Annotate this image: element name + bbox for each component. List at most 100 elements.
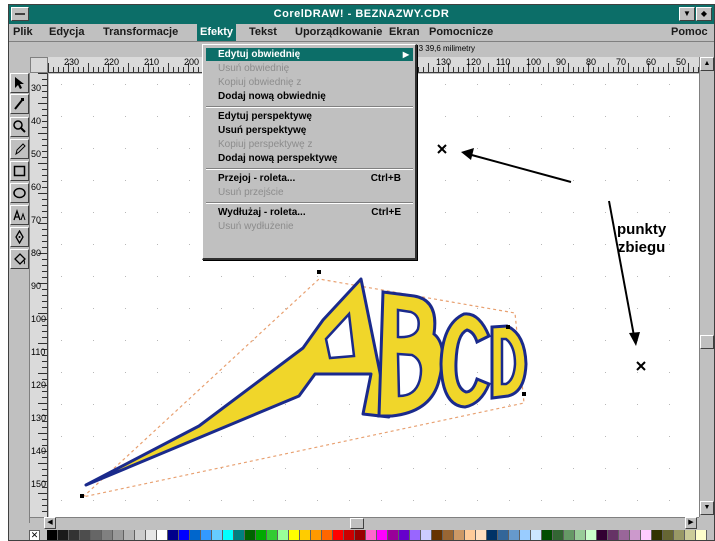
color-swatch[interactable] [454, 530, 465, 540]
color-swatch[interactable] [267, 530, 278, 540]
menu-plik[interactable]: Plik [13, 26, 33, 38]
vanishing-point-marker[interactable] [437, 144, 447, 154]
effects-menu-item[interactable]: Usuń przejście [206, 186, 413, 199]
effects-menu-item[interactable]: Kopiuj obwiednię z [206, 76, 413, 89]
outline-tool[interactable] [10, 227, 29, 247]
color-swatch[interactable] [498, 530, 509, 540]
color-swatch[interactable] [663, 530, 674, 540]
color-swatch[interactable] [465, 530, 476, 540]
color-swatch[interactable] [102, 530, 113, 540]
vanishing-point-marker[interactable] [636, 361, 646, 371]
color-swatch[interactable] [608, 530, 619, 540]
minimize-button[interactable]: ▼ [679, 7, 695, 21]
color-swatch[interactable] [234, 530, 245, 540]
color-swatch[interactable] [91, 530, 102, 540]
effects-menu-item[interactable]: Edytuj perspektywę [206, 110, 413, 123]
color-swatch[interactable] [399, 530, 410, 540]
color-swatch[interactable] [157, 530, 168, 540]
color-swatch[interactable] [168, 530, 179, 540]
vertical-ruler[interactable]: 30 40 50 60 70 80 90 100 110 120 130 140 150 [30, 73, 48, 517]
scroll-up-button[interactable]: ▲ [700, 57, 714, 71]
color-swatch[interactable] [476, 530, 487, 540]
abcd-artwork[interactable] [84, 277, 528, 487]
effects-menu-item[interactable]: Usuń wydłużenie [206, 220, 413, 233]
color-swatch[interactable] [520, 530, 531, 540]
no-fill-swatch[interactable]: ✕ [29, 530, 40, 540]
vertical-scrollbar[interactable]: ▲ ▼ [699, 57, 714, 517]
menu-uporzadkowanie[interactable]: Uporządkowanie [295, 26, 382, 38]
pick-tool[interactable] [10, 73, 29, 93]
menu-pomoc[interactable]: Pomoc [671, 26, 708, 38]
color-swatch[interactable] [300, 530, 311, 540]
color-swatch[interactable] [630, 530, 641, 540]
menu-ekran[interactable]: Ekran [389, 26, 420, 38]
menu-edycja[interactable]: Edycja [49, 26, 84, 38]
color-swatch[interactable] [344, 530, 355, 540]
color-swatch[interactable] [245, 530, 256, 540]
color-swatch[interactable] [432, 530, 443, 540]
effects-menu-item[interactable]: Przejoj - roleta... Ctrl+B [206, 172, 413, 185]
color-swatch[interactable] [113, 530, 124, 540]
color-swatch[interactable] [146, 530, 157, 540]
color-swatch[interactable] [80, 530, 91, 540]
color-swatch[interactable] [256, 530, 267, 540]
effects-menu-item[interactable]: Dodaj nową obwiednię [206, 90, 413, 103]
color-swatch[interactable] [509, 530, 520, 540]
horizontal-scrollbar[interactable]: ◀ ▶ [30, 517, 699, 529]
effects-menu-item[interactable]: Kopiuj perspektywę z [206, 138, 413, 151]
color-swatch[interactable] [58, 530, 69, 540]
perspective-node[interactable] [506, 325, 510, 329]
color-swatch[interactable] [333, 530, 344, 540]
color-swatch[interactable] [311, 530, 322, 540]
color-swatch[interactable] [410, 530, 421, 540]
color-swatch[interactable] [531, 530, 542, 540]
color-swatch[interactable] [443, 530, 454, 540]
color-swatch[interactable] [135, 530, 146, 540]
letter-a[interactable] [86, 279, 389, 485]
color-swatch[interactable] [355, 530, 366, 540]
effects-menu-item[interactable]: Usuń obwiednię [206, 62, 413, 75]
color-swatch[interactable] [597, 530, 608, 540]
color-swatch[interactable] [696, 530, 707, 540]
color-swatch[interactable] [322, 530, 333, 540]
color-swatch[interactable] [69, 530, 80, 540]
color-swatch[interactable] [619, 530, 630, 540]
color-swatch[interactable] [124, 530, 135, 540]
menu-efekty[interactable]: Efekty [197, 24, 237, 41]
color-swatch[interactable] [179, 530, 190, 540]
color-swatch[interactable] [190, 530, 201, 540]
color-swatch[interactable] [685, 530, 696, 540]
menu-transformacje[interactable]: Transformacje [103, 26, 178, 38]
color-swatch[interactable] [289, 530, 300, 540]
horizontal-scroll-thumb[interactable] [350, 518, 364, 529]
color-swatch[interactable] [421, 530, 432, 540]
color-swatch[interactable] [377, 530, 388, 540]
perspective-node[interactable] [522, 392, 526, 396]
scroll-left-button[interactable]: ◀ [44, 517, 56, 529]
effects-menu-item[interactable]: Wydłużaj - roleta... Ctrl+E [206, 206, 413, 219]
color-swatch[interactable] [586, 530, 597, 540]
perspective-node[interactable] [80, 494, 84, 498]
color-swatch[interactable] [542, 530, 553, 540]
scroll-right-button[interactable]: ▶ [685, 517, 697, 529]
color-swatch[interactable] [212, 530, 223, 540]
color-swatch[interactable] [388, 530, 399, 540]
ruler-corner[interactable] [30, 57, 48, 73]
color-swatch[interactable] [366, 530, 377, 540]
scroll-down-button[interactable]: ▼ [700, 501, 714, 515]
menu-pomocnicze[interactable]: Pomocnicze [429, 26, 493, 38]
perspective-node[interactable] [317, 270, 321, 274]
title-bar[interactable]: CorelDRAW! - BEZNAZWY.CDR ▼ ◆ [9, 5, 714, 24]
menu-tekst[interactable]: Tekst [249, 26, 277, 38]
color-swatch[interactable] [564, 530, 575, 540]
zoom-tool[interactable] [10, 117, 29, 137]
color-swatch[interactable] [575, 530, 586, 540]
color-swatch[interactable] [641, 530, 652, 540]
rectangle-tool[interactable] [10, 161, 29, 181]
color-swatch[interactable] [223, 530, 234, 540]
effects-menu-item[interactable]: Edytuj obwiednię ▶ [206, 48, 413, 61]
shape-tool[interactable] [10, 94, 29, 114]
fill-tool[interactable] [10, 249, 29, 269]
color-swatch[interactable] [201, 530, 212, 540]
color-swatch[interactable] [278, 530, 289, 540]
